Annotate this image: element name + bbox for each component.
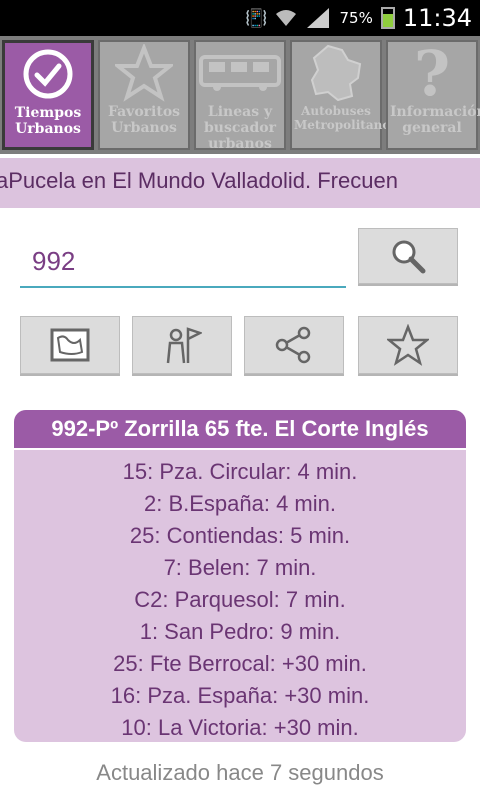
search-icon	[392, 240, 426, 274]
question-icon: ?	[413, 36, 451, 110]
tab-label: Lineas y buscador urbanos	[204, 104, 276, 152]
arrival-row: 7: Belen: 7 min.	[163, 555, 317, 580]
star-icon	[387, 324, 429, 366]
tab-informacion-general[interactable]: ? Información general	[386, 36, 480, 150]
stop-search-field	[20, 236, 346, 288]
tab-label: Información general	[390, 104, 480, 136]
arrival-row: 2: B.España: 4 min.	[144, 491, 336, 516]
arrival-row: 15: Pza. Circular: 4 min.	[122, 459, 358, 484]
arrival-row: 16: Pza. España: +30 min.	[110, 683, 370, 708]
favorite-button[interactable]	[358, 316, 458, 374]
clock: 11:34	[402, 4, 472, 32]
arrival-row: 10: La Victoria: +30 min.	[121, 715, 359, 740]
arrival-row: 25: Fte Berrocal: +30 min.	[113, 651, 367, 676]
map-button[interactable]	[20, 316, 120, 374]
stop-times-card: 992-Pº Zorrilla 65 fte. El Corte Inglés …	[14, 410, 466, 742]
stop-number-input[interactable]	[20, 236, 344, 287]
tab-label: Autobuses Metropolitanos	[294, 104, 398, 132]
last-updated-text: Actualizado hace 7 segundos	[96, 760, 384, 785]
stop-location-button[interactable]	[132, 316, 232, 374]
search-button[interactable]	[358, 228, 458, 284]
arrival-row: 25: Contiendas: 5 min.	[129, 523, 351, 548]
tab-label: Tiempos Urbanos	[14, 105, 82, 137]
tab-favoritos-urbanos[interactable]: Favoritos Urbanos	[98, 40, 190, 150]
tab-bar: Tiempos Urbanos Favoritos Urbanos Lineas…	[0, 36, 480, 154]
arrival-row: 1: San Pedro: 9 min.	[139, 619, 341, 644]
share-button[interactable]	[244, 316, 344, 374]
ticker-text: aPucela en El Mundo Valladolid. Frecuen	[0, 168, 398, 193]
share-icon	[275, 326, 311, 364]
news-ticker[interactable]: aPucela en El Mundo Valladolid. Frecuen	[0, 158, 480, 208]
status-bar: 📳 75% 11:34	[0, 0, 480, 36]
stop-title: 992-Pº Zorrilla 65 fte. El Corte Inglés	[14, 410, 466, 450]
tab-label: Favoritos Urbanos	[107, 104, 181, 136]
map-icon	[310, 44, 362, 102]
battery-icon	[380, 7, 395, 29]
person-flag-icon	[166, 327, 202, 364]
wifi-icon	[276, 10, 297, 26]
arrivals-list: 15: Pza. Circular: 4 min. 2: B.España: 4 …	[14, 450, 466, 742]
arrival-row: C2: Parquesol: 7 min.	[134, 587, 346, 612]
bus-icon	[199, 55, 281, 91]
map-icon	[50, 328, 90, 362]
signal-icon	[307, 8, 330, 28]
check-circle-icon	[23, 49, 73, 99]
tab-autobuses-metropolitanos[interactable]: Autobuses Metropolitanos	[290, 40, 398, 150]
tab-lineas-buscador[interactable]: Lineas y buscador urbanos	[194, 40, 286, 152]
star-icon	[115, 44, 173, 102]
tab-tiempos-urbanos[interactable]: Tiempos Urbanos	[2, 40, 94, 150]
battery-percent: 75%	[339, 9, 373, 27]
vibrate-icon: 📳	[245, 7, 268, 29]
